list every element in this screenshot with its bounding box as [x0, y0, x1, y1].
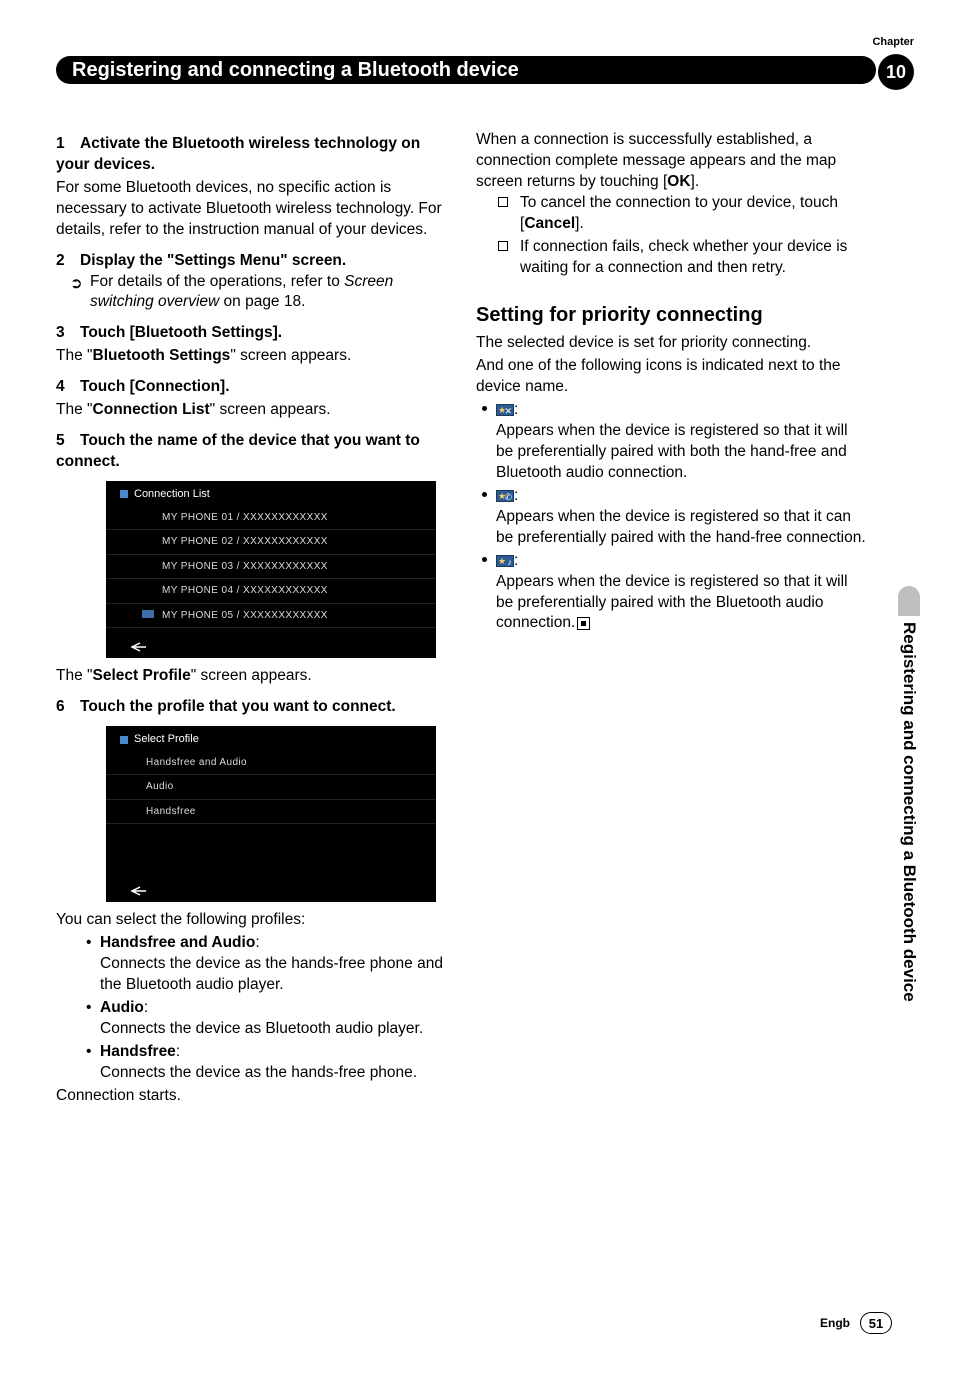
back-arrow-icon — [126, 641, 146, 653]
sp-para-1: The selected device is set for priority … — [476, 333, 868, 354]
bullet-icon — [482, 492, 487, 497]
connection-list-title: Connection List — [106, 481, 436, 506]
back-button-row — [106, 880, 436, 902]
step-1-head: 1Activate the Bluetooth wireless technol… — [56, 134, 448, 176]
banner-title: Registering and connecting a Bluetooth d… — [72, 59, 519, 82]
priority-icon-desc-3: Appears when the device is registered so… — [496, 572, 868, 635]
after-step-5: The "Select Profile" screen appears. — [56, 666, 448, 687]
priority-icon-desc-1: Appears when the device is registered so… — [496, 421, 868, 484]
fail-note: If connection fails, check whether your … — [520, 237, 868, 279]
step-5-head: 5Touch the name of the device that you w… — [56, 431, 448, 473]
sp-para-2: And one of the following icons is indica… — [476, 356, 868, 398]
side-tab-cap — [898, 586, 920, 616]
profile-item-2: •Audio: — [86, 998, 448, 1019]
list-item: MY PHONE 04 / XXXXXXXXXXXX — [106, 579, 436, 604]
step-3-head: 3Touch [Bluetooth Settings]. — [56, 323, 448, 344]
left-column: 1Activate the Bluetooth wireless technol… — [56, 128, 448, 1107]
priority-icon-desc-2: Appears when the device is registered so… — [496, 507, 868, 549]
reference-arrow-icon: ➲ — [70, 274, 83, 294]
profile-desc-1: Connects the device as the hands-free ph… — [100, 954, 448, 996]
profile-desc-2: Connects the device as Bluetooth audio p… — [100, 1019, 448, 1040]
list-item: MY PHONE 05 / XXXXXXXXXXXX — [106, 604, 436, 629]
list-item: Handsfree — [106, 800, 436, 825]
bullet-icon — [482, 557, 487, 562]
bullet-icon — [482, 406, 487, 411]
step-1-body: For some Bluetooth devices, no specific … — [56, 178, 448, 241]
step-2-head: 2Display the "Settings Menu" screen. — [56, 251, 448, 272]
side-tab: Registering and connecting a Bluetooth d… — [898, 586, 920, 1126]
priority-icon-item-1: ★✕: — [496, 400, 868, 421]
select-profile-title: Select Profile — [106, 726, 436, 751]
section-end-icon — [577, 617, 590, 630]
list-item: MY PHONE 01 / XXXXXXXXXXXX — [106, 506, 436, 531]
bluetooth-icon — [120, 490, 128, 498]
content-columns: 1Activate the Bluetooth wireless technol… — [56, 128, 894, 1107]
select-profile-screenshot: Select Profile Handsfree and Audio Audio… — [106, 726, 436, 902]
step-4-body: The "Connection List" screen appears. — [56, 400, 448, 421]
list-item: MY PHONE 03 / XXXXXXXXXXXX — [106, 555, 436, 580]
section-heading: Setting for priority connecting — [476, 302, 868, 329]
right-intro: When a connection is successfully establ… — [476, 130, 868, 193]
profile-desc-3: Connects the device as the hands-free ph… — [100, 1063, 448, 1084]
page-number-badge: 51 — [860, 1312, 892, 1334]
list-item: MY PHONE 02 / XXXXXXXXXXXX — [106, 530, 436, 555]
profile-item-3: •Handsfree: — [86, 1042, 448, 1063]
square-bullet-icon — [498, 241, 508, 251]
step-3-body: The "Bluetooth Settings" screen appears. — [56, 346, 448, 367]
priority-handsfree-icon: ★✆ — [496, 490, 514, 502]
banner: Registering and connecting a Bluetooth d… — [56, 56, 876, 84]
priority-both-icon: ★✕ — [496, 404, 514, 416]
page-footer: Engb 51 — [820, 1312, 892, 1334]
page-header: Chapter Registering and connecting a Blu… — [56, 36, 914, 84]
step-4-head: 4Touch [Connection]. — [56, 377, 448, 398]
step-6-head: 6Touch the profile that you want to conn… — [56, 697, 448, 718]
back-button-row — [106, 636, 436, 658]
list-item: Handsfree and Audio — [106, 751, 436, 776]
right-column: When a connection is successfully establ… — [476, 128, 868, 1107]
connection-list-screenshot: Connection List MY PHONE 01 / XXXXXXXXXX… — [106, 481, 436, 658]
connection-starts: Connection starts. — [56, 1086, 448, 1107]
chapter-label: Chapter — [872, 36, 914, 48]
square-bullet-icon — [498, 197, 508, 207]
side-tab-text: Registering and connecting a Bluetooth d… — [898, 616, 919, 1002]
profile-item-1: •Handsfree and Audio: — [86, 933, 448, 954]
list-item: Audio — [106, 775, 436, 800]
bluetooth-icon — [120, 736, 128, 744]
priority-audio-icon: ★♪ — [496, 555, 514, 567]
chapter-number-badge: 10 — [878, 54, 914, 90]
cancel-note: To cancel the connection to your device,… — [520, 193, 868, 235]
profiles-intro: You can select the following profiles: — [56, 910, 448, 931]
back-arrow-icon — [126, 885, 146, 897]
priority-icon-item-2: ★✆: — [496, 486, 868, 507]
step-2-ref: ➲ For details of the operations, refer t… — [90, 272, 448, 314]
footer-lang: Engb — [820, 1316, 850, 1330]
priority-icon-item-3: ★♪: — [496, 551, 868, 572]
